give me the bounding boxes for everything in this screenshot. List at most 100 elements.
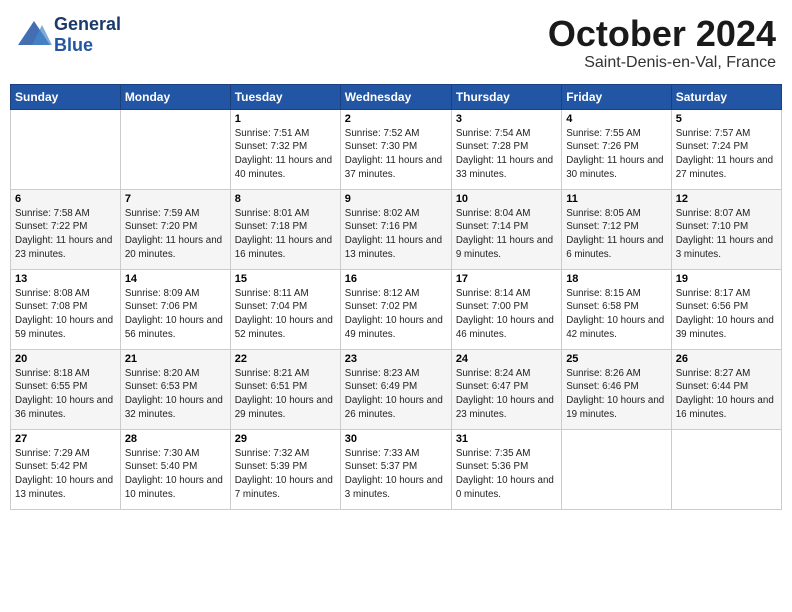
day-info: Sunrise: 8:26 AMSunset: 6:46 PMDaylight:… [566, 367, 667, 422]
day-info: Sunrise: 8:07 AMSunset: 7:10 PMDaylight:… [676, 207, 777, 262]
calendar-cell: 29 Sunrise: 7:32 AMSunset: 5:39 PMDayligh… [230, 429, 340, 509]
calendar-cell: 30 Sunrise: 7:33 AMSunset: 5:37 PMDayligh… [340, 429, 451, 509]
calendar-header-thursday: Thursday [451, 84, 561, 109]
calendar-cell [11, 109, 121, 189]
day-number: 30 [345, 433, 447, 445]
calendar-header-wednesday: Wednesday [340, 84, 451, 109]
day-info: Sunrise: 7:52 AMSunset: 7:30 PMDaylight:… [345, 127, 447, 182]
calendar-cell: 31 Sunrise: 7:35 AMSunset: 5:36 PMDayligh… [451, 429, 561, 509]
day-number: 9 [345, 193, 447, 205]
calendar-cell: 11Sunrise: 8:05 AMSunset: 7:12 PMDayligh… [562, 189, 672, 269]
day-info: Sunrise: 7:55 AMSunset: 7:26 PMDaylight:… [566, 127, 667, 182]
day-info: Sunrise: 8:12 AMSunset: 7:02 PMDaylight:… [345, 287, 447, 342]
day-info: Sunrise: 7:35 AMSunset: 5:36 PMDaylight:… [456, 447, 557, 502]
calendar-cell: 15 Sunrise: 8:11 AMSunset: 7:04 PMDayligh… [230, 269, 340, 349]
day-number: 17 [456, 273, 557, 285]
calendar-cell: 21Sunrise: 8:20 AMSunset: 6:53 PMDayligh… [120, 349, 230, 429]
calendar-header-sunday: Sunday [11, 84, 121, 109]
calendar-cell: 20 Sunrise: 8:18 AMSunset: 6:55 PMDayligh… [11, 349, 121, 429]
calendar-cell: 18 Sunrise: 8:15 AMSunset: 6:58 PMDayligh… [562, 269, 672, 349]
day-number: 8 [235, 193, 336, 205]
day-info: Sunrise: 8:15 AMSunset: 6:58 PMDaylight:… [566, 287, 667, 342]
day-number: 31 [456, 433, 557, 445]
calendar-header-monday: Monday [120, 84, 230, 109]
day-info: Sunrise: 8:23 AMSunset: 6:49 PMDaylight:… [345, 367, 447, 422]
day-info: Sunrise: 7:32 AMSunset: 5:39 PMDaylight:… [235, 447, 336, 502]
day-number: 7 [125, 193, 226, 205]
day-info: Sunrise: 8:24 AMSunset: 6:47 PMDaylight:… [456, 367, 557, 422]
day-number: 1 [235, 113, 336, 125]
calendar-week-4: 27Sunrise: 7:29 AMSunset: 5:42 PMDayligh… [11, 429, 782, 509]
calendar-cell: 8 Sunrise: 8:01 AMSunset: 7:18 PMDaylight… [230, 189, 340, 269]
day-number: 3 [456, 113, 557, 125]
day-number: 6 [15, 193, 116, 205]
month-title: October 2024 [548, 14, 776, 54]
calendar-cell: 7 Sunrise: 7:59 AMSunset: 7:20 PMDaylight… [120, 189, 230, 269]
page-header: General Blue October 2024 Saint-Denis-en… [10, 10, 782, 76]
day-number: 20 [15, 353, 116, 365]
day-info: Sunrise: 8:20 AMSunset: 6:53 PMDaylight:… [125, 367, 226, 422]
day-info: Sunrise: 7:59 AMSunset: 7:20 PMDaylight:… [125, 207, 226, 262]
day-number: 25 [566, 353, 667, 365]
calendar-cell: 13Sunrise: 8:08 AMSunset: 7:08 PMDayligh… [11, 269, 121, 349]
day-number: 29 [235, 433, 336, 445]
calendar-week-2: 13Sunrise: 8:08 AMSunset: 7:08 PMDayligh… [11, 269, 782, 349]
day-number: 27 [15, 433, 116, 445]
day-number: 2 [345, 113, 447, 125]
calendar-cell: 22Sunrise: 8:21 AMSunset: 6:51 PMDayligh… [230, 349, 340, 429]
day-info: Sunrise: 8:09 AMSunset: 7:06 PMDaylight:… [125, 287, 226, 342]
calendar-cell: 27Sunrise: 7:29 AMSunset: 5:42 PMDayligh… [11, 429, 121, 509]
day-info: Sunrise: 8:04 AMSunset: 7:14 PMDaylight:… [456, 207, 557, 262]
day-info: Sunrise: 8:14 AMSunset: 7:00 PMDaylight:… [456, 287, 557, 342]
day-number: 18 [566, 273, 667, 285]
calendar-cell: 5 Sunrise: 7:57 AMSunset: 7:24 PMDaylight… [671, 109, 781, 189]
calendar-cell: 10 Sunrise: 8:04 AMSunset: 7:14 PMDayligh… [451, 189, 561, 269]
calendar-cell: 14 Sunrise: 8:09 AMSunset: 7:06 PMDayligh… [120, 269, 230, 349]
day-info: Sunrise: 7:54 AMSunset: 7:28 PMDaylight:… [456, 127, 557, 182]
day-number: 5 [676, 113, 777, 125]
calendar-cell: 26Sunrise: 8:27 AMSunset: 6:44 PMDayligh… [671, 349, 781, 429]
day-number: 24 [456, 353, 557, 365]
calendar-week-0: 1 Sunrise: 7:51 AMSunset: 7:32 PMDaylight… [11, 109, 782, 189]
calendar-week-1: 6 Sunrise: 7:58 AMSunset: 7:22 PMDaylight… [11, 189, 782, 269]
day-number: 28 [125, 433, 226, 445]
calendar-cell: 19Sunrise: 8:17 AMSunset: 6:56 PMDayligh… [671, 269, 781, 349]
logo-general: General [54, 14, 121, 34]
day-number: 16 [345, 273, 447, 285]
day-number: 14 [125, 273, 226, 285]
day-info: Sunrise: 8:18 AMSunset: 6:55 PMDaylight:… [15, 367, 116, 422]
calendar-cell: 4 Sunrise: 7:55 AMSunset: 7:26 PMDaylight… [562, 109, 672, 189]
calendar-cell: 24 Sunrise: 8:24 AMSunset: 6:47 PMDayligh… [451, 349, 561, 429]
day-info: Sunrise: 8:27 AMSunset: 6:44 PMDaylight:… [676, 367, 777, 422]
calendar-cell: 12Sunrise: 8:07 AMSunset: 7:10 PMDayligh… [671, 189, 781, 269]
day-number: 15 [235, 273, 336, 285]
day-info: Sunrise: 7:30 AMSunset: 5:40 PMDaylight:… [125, 447, 226, 502]
logo-blue: Blue [54, 35, 93, 55]
calendar-cell: 25 Sunrise: 8:26 AMSunset: 6:46 PMDayligh… [562, 349, 672, 429]
calendar-table: SundayMondayTuesdayWednesdayThursdayFrid… [10, 84, 782, 510]
logo: General Blue [16, 14, 121, 56]
title-section: October 2024 Saint-Denis-en-Val, France [548, 14, 776, 72]
calendar-cell: 6 Sunrise: 7:58 AMSunset: 7:22 PMDaylight… [11, 189, 121, 269]
calendar-cell: 9 Sunrise: 8:02 AMSunset: 7:16 PMDaylight… [340, 189, 451, 269]
day-info: Sunrise: 7:51 AMSunset: 7:32 PMDaylight:… [235, 127, 336, 182]
calendar-week-3: 20 Sunrise: 8:18 AMSunset: 6:55 PMDayligh… [11, 349, 782, 429]
calendar-cell [120, 109, 230, 189]
calendar-cell [671, 429, 781, 509]
day-info: Sunrise: 8:11 AMSunset: 7:04 PMDaylight:… [235, 287, 336, 342]
day-info: Sunrise: 8:17 AMSunset: 6:56 PMDaylight:… [676, 287, 777, 342]
day-number: 10 [456, 193, 557, 205]
day-info: Sunrise: 8:02 AMSunset: 7:16 PMDaylight:… [345, 207, 447, 262]
day-info: Sunrise: 7:33 AMSunset: 5:37 PMDaylight:… [345, 447, 447, 502]
day-number: 4 [566, 113, 667, 125]
day-info: Sunrise: 7:58 AMSunset: 7:22 PMDaylight:… [15, 207, 116, 262]
day-number: 23 [345, 353, 447, 365]
calendar-header-tuesday: Tuesday [230, 84, 340, 109]
calendar-cell: 3 Sunrise: 7:54 AMSunset: 7:28 PMDaylight… [451, 109, 561, 189]
calendar-header-row: SundayMondayTuesdayWednesdayThursdayFrid… [11, 84, 782, 109]
logo-icon [16, 17, 52, 53]
day-info: Sunrise: 7:57 AMSunset: 7:24 PMDaylight:… [676, 127, 777, 182]
day-info: Sunrise: 8:01 AMSunset: 7:18 PMDaylight:… [235, 207, 336, 262]
calendar-cell: 16 Sunrise: 8:12 AMSunset: 7:02 PMDayligh… [340, 269, 451, 349]
day-info: Sunrise: 8:08 AMSunset: 7:08 PMDaylight:… [15, 287, 116, 342]
